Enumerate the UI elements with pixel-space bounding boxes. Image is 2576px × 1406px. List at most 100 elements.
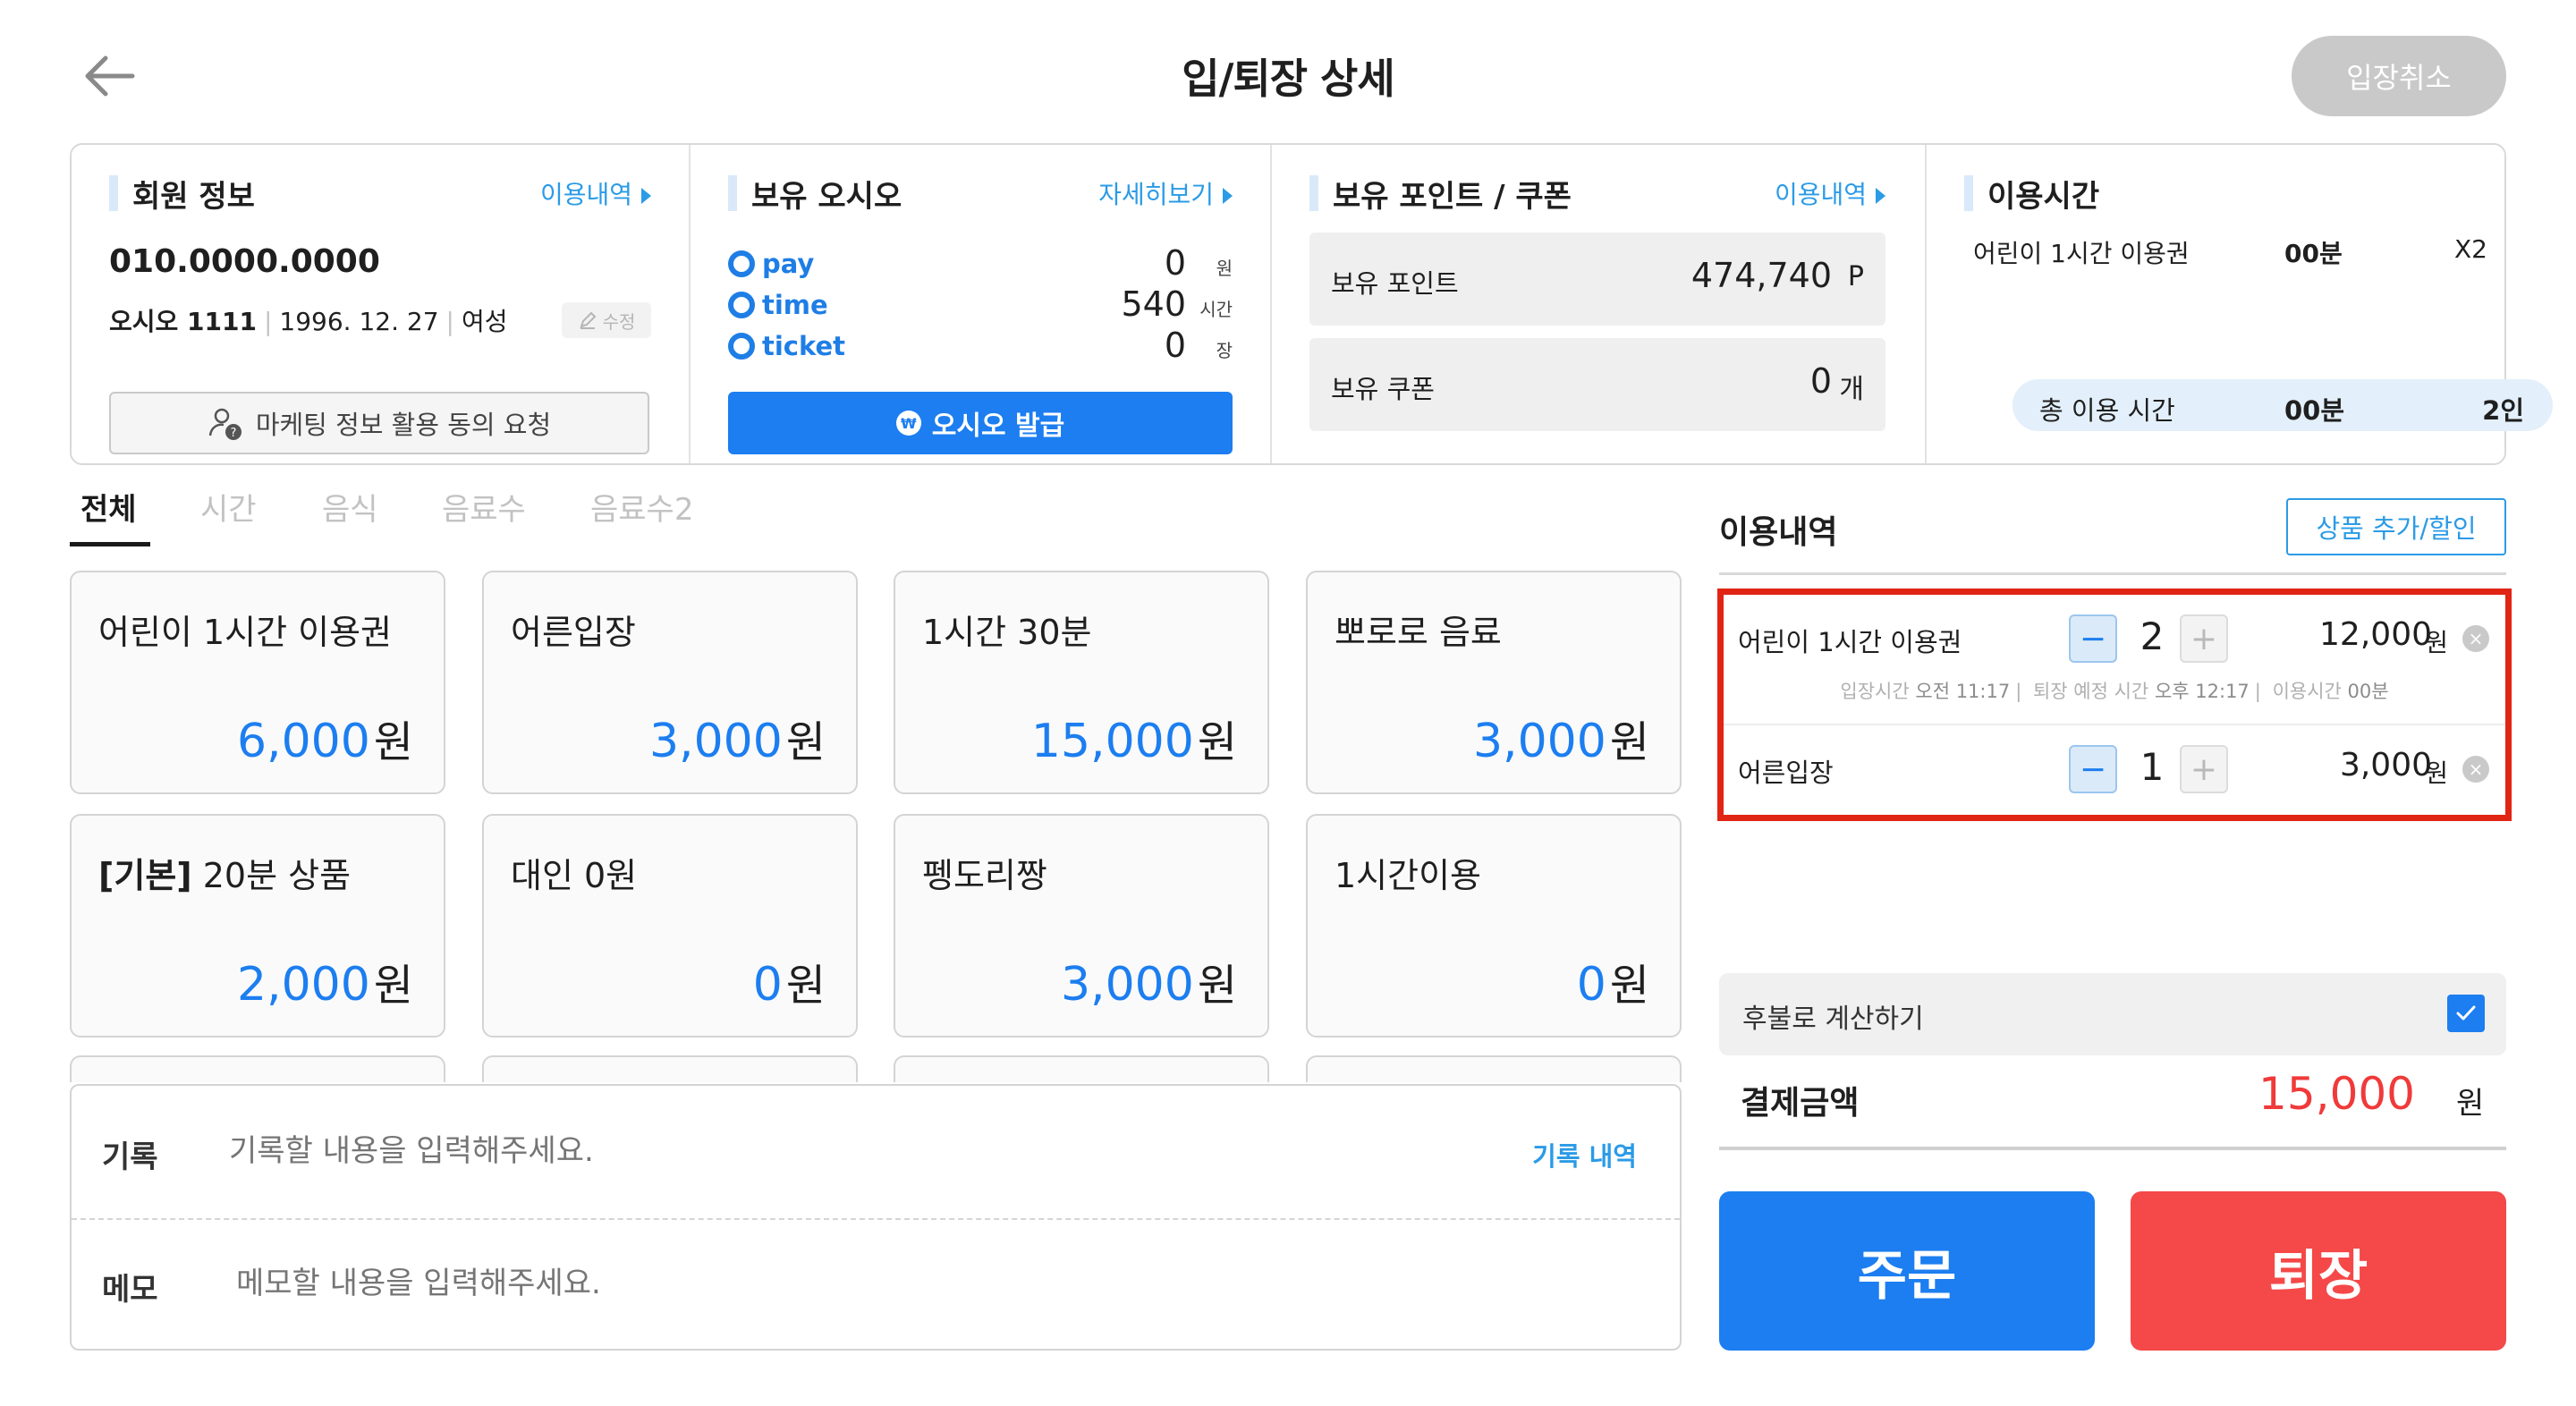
deferred-payment-row[interactable]: 후불로 계산하기 bbox=[1719, 973, 2506, 1055]
product-price: 3,000원 bbox=[1061, 950, 1237, 1012]
member-gender: 여성 bbox=[461, 307, 508, 336]
product-price-unit: 원 bbox=[373, 961, 413, 1011]
balance-value: 0 bbox=[1164, 243, 1186, 283]
balance-detail-link-label: 자세히보기 bbox=[1098, 180, 1214, 209]
record-input[interactable] bbox=[229, 1129, 1481, 1173]
product-price: 0원 bbox=[753, 950, 826, 1012]
tab-all[interactable]: 전체 bbox=[80, 485, 137, 529]
product-card[interactable]: [기본] 20분 상품 2,000원 bbox=[70, 814, 445, 1038]
use-time-label: 이용시간 bbox=[2272, 681, 2342, 702]
tab-drinks2[interactable]: 음료수2 bbox=[590, 485, 693, 529]
points-box: 보유 포인트 474,740 P bbox=[1309, 233, 1885, 326]
product-card-partial[interactable] bbox=[482, 1055, 858, 1082]
product-name-text: 대인 0원 bbox=[511, 856, 638, 895]
product-name: 뽀로로 음료 bbox=[1335, 605, 1502, 654]
order-button[interactable]: 주문 bbox=[1719, 1191, 2095, 1351]
balance-row-ticket: ticket 0 장 bbox=[728, 326, 1233, 367]
product-name-text: 1시간이용 bbox=[1335, 856, 1482, 895]
marketing-consent-button[interactable]: ? 마케팅 정보 활용 동의 요청 bbox=[109, 392, 649, 454]
product-card[interactable]: 1시간 30분 15,000원 bbox=[894, 571, 1269, 794]
product-price-value: 3,000 bbox=[1060, 958, 1194, 1012]
coupon-box: 보유 쿠폰 0 개 bbox=[1309, 338, 1885, 431]
record-label: 기록 bbox=[102, 1139, 158, 1175]
usage-time-item-name: 어린이 1시간 이용권 bbox=[1973, 239, 2190, 268]
product-price: 6,000원 bbox=[237, 707, 413, 769]
product-price-value: 15,000 bbox=[1030, 715, 1194, 768]
check-icon bbox=[2456, 1005, 2476, 1021]
product-price-value: 6,000 bbox=[236, 715, 370, 768]
separator: | bbox=[2254, 681, 2261, 702]
memo-input[interactable] bbox=[236, 1261, 1488, 1306]
product-price-value: 0 bbox=[1576, 958, 1606, 1012]
caret-right-icon bbox=[1223, 188, 1233, 204]
product-card-partial[interactable] bbox=[70, 1055, 445, 1082]
product-card-partial[interactable] bbox=[1306, 1055, 1682, 1082]
remove-item-icon[interactable]: × bbox=[2462, 756, 2489, 783]
decrease-qty-button[interactable]: − bbox=[2069, 614, 2117, 663]
product-card[interactable]: 뽀로로 음료 3,000원 bbox=[1306, 571, 1682, 794]
circle-icon bbox=[728, 250, 755, 277]
product-price-unit: 원 bbox=[373, 717, 413, 767]
use-time-value: 00분 bbox=[2347, 681, 2389, 702]
points-section: 보유 포인트 / 쿠폰 이용내역 보유 포인트 474,740 P 보유 쿠폰 … bbox=[1309, 168, 1885, 445]
usage-total-people: 2인 bbox=[2482, 395, 2524, 426]
product-price-unit: 원 bbox=[1609, 961, 1649, 1011]
remove-item-icon[interactable]: × bbox=[2462, 625, 2489, 652]
tab-drinks[interactable]: 음료수 bbox=[442, 485, 526, 529]
usage-total-bar: 총 이용 시간 00분 2인 bbox=[2012, 379, 2553, 431]
product-card[interactable]: 대인 0원 0원 bbox=[482, 814, 858, 1038]
payment-amount: 15,000 bbox=[2258, 1068, 2415, 1120]
cancel-entry-button[interactable]: 입장취소 bbox=[2292, 36, 2506, 116]
points-label: 보유 포인트 bbox=[1331, 268, 1459, 299]
balance-name: time bbox=[762, 290, 828, 320]
decrease-qty-button[interactable]: − bbox=[2069, 745, 2117, 793]
page-title: 입/퇴장 상세 bbox=[1182, 55, 1394, 103]
product-price: 3,000원 bbox=[1473, 707, 1649, 769]
record-memo-box: 기록 기록 내역 메모 bbox=[70, 1084, 1682, 1351]
active-tab-indicator bbox=[70, 542, 150, 546]
issue-osio-button[interactable]: ₩ 오시오 발급 bbox=[728, 392, 1233, 454]
product-name: 1시간 30분 bbox=[922, 605, 1092, 654]
points-history-link[interactable]: 이용내역 bbox=[1775, 175, 1885, 211]
product-card[interactable]: 어른입장 3,000원 bbox=[482, 571, 858, 794]
tab-time[interactable]: 시간 bbox=[200, 485, 257, 529]
product-card[interactable]: 펭도리짱 3,000원 bbox=[894, 814, 1269, 1038]
increase-qty-button[interactable]: + bbox=[2180, 745, 2228, 793]
record-history-link[interactable]: 기록 내역 bbox=[1532, 1136, 1637, 1173]
balance-row-pay: pay 0 원 bbox=[728, 243, 1233, 284]
balance-section: 보유 오시오 자세히보기 pay 0 원 time 540 시간 ticket … bbox=[728, 168, 1233, 454]
usage-total-time: 00분 bbox=[2284, 395, 2345, 426]
member-section-title: 회원 정보 bbox=[109, 172, 255, 216]
edit-member-button[interactable]: 수정 bbox=[562, 302, 651, 338]
balance-detail-link[interactable]: 자세히보기 bbox=[1098, 175, 1233, 211]
product-card[interactable]: 어린이 1시간 이용권 6,000원 bbox=[70, 571, 445, 794]
order-item-times: 입장시간 오전 11:17 | 퇴장 예정 시간 오후 12:17 | 이용시간 0… bbox=[1724, 677, 2505, 704]
product-card[interactable]: 1시간이용 0원 bbox=[1306, 814, 1682, 1038]
member-history-link[interactable]: 이용내역 bbox=[540, 175, 651, 211]
product-price-value: 0 bbox=[752, 958, 783, 1012]
exit-time-label: 퇴장 예정 시간 bbox=[2032, 681, 2149, 702]
order-items-list: 어린이 1시간 이용권 − 2 + 12,000 원 × 입장시간 오전 11:… bbox=[1717, 589, 2512, 821]
divider bbox=[1270, 145, 1272, 463]
product-name: 어른입장 bbox=[511, 605, 636, 654]
tab-food[interactable]: 음식 bbox=[322, 485, 378, 529]
increase-qty-button[interactable]: + bbox=[2180, 614, 2228, 663]
entry-time-label: 입장시간 bbox=[1840, 681, 1910, 702]
separator: | bbox=[263, 307, 273, 336]
divider bbox=[689, 145, 691, 463]
exit-button[interactable]: 퇴장 bbox=[2131, 1191, 2506, 1351]
product-price-value: 2,000 bbox=[236, 958, 370, 1012]
coupon-value: 0 bbox=[1809, 361, 1832, 401]
order-item-price: 3,000 bbox=[2339, 747, 2432, 783]
member-details: 오시오 1111 | 1996. 12. 27 | 여성 bbox=[109, 302, 508, 338]
add-product-discount-button[interactable]: 상품 추가/할인 bbox=[2286, 498, 2506, 555]
points-value: 474,740 bbox=[1690, 256, 1832, 295]
product-name-text: 1시간 30분 bbox=[922, 613, 1092, 652]
balance-value: 540 bbox=[1121, 284, 1186, 324]
payment-amount-label: 결제금액 bbox=[1741, 1085, 1860, 1122]
divider bbox=[1719, 1147, 2506, 1150]
divider bbox=[1925, 145, 1927, 463]
deferred-payment-checkbox[interactable] bbox=[2447, 995, 2485, 1032]
usage-time-item-count: X2 bbox=[2454, 234, 2487, 264]
product-card-partial[interactable] bbox=[894, 1055, 1269, 1082]
